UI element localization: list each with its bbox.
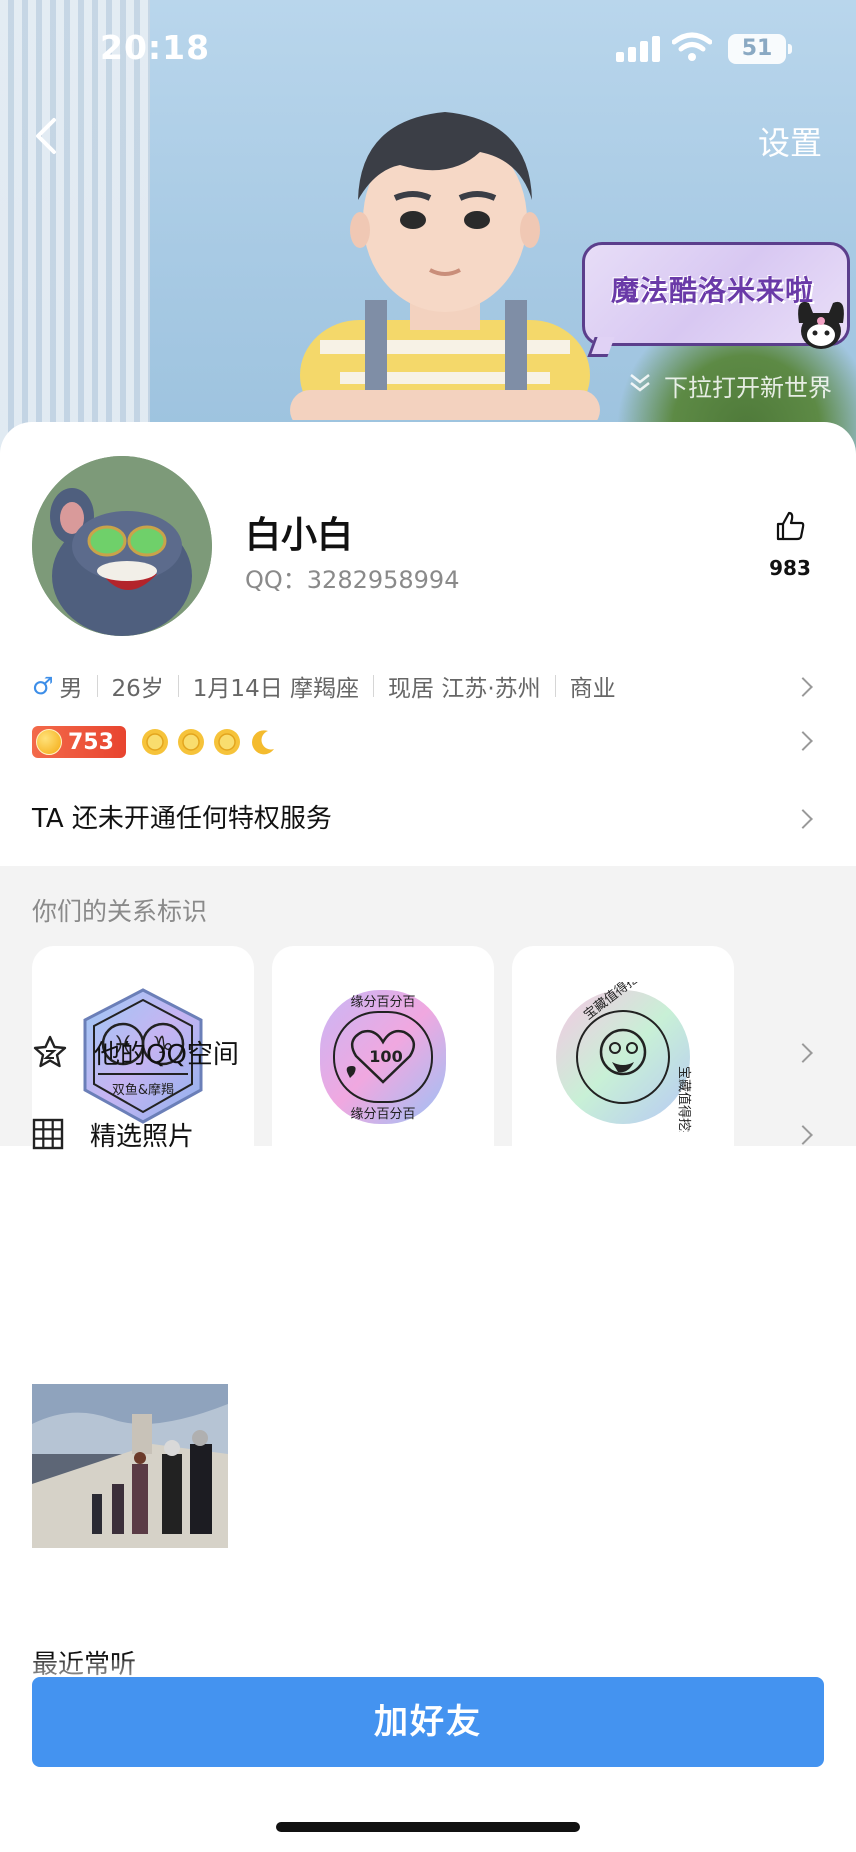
qzone-label: 他的QQ空间: [94, 1039, 239, 1070]
qzone-star-icon: [33, 1035, 67, 1068]
divider: [96, 675, 98, 697]
pull-down-hint[interactable]: 下拉打开新世界: [664, 368, 832, 403]
sun-icon: [213, 729, 240, 755]
industry: 商业: [569, 676, 616, 702]
featured-photo[interactable]: [32, 1384, 228, 1548]
location: 现居 江苏·苏州: [388, 676, 541, 702]
featured-photos-entry[interactable]: 精选照片: [32, 1104, 824, 1164]
cover-speech-bubble[interactable]: 魔法酷洛米来啦: [582, 242, 850, 357]
privilege-status[interactable]: TA 还未开通任何特权服务: [32, 798, 332, 835]
status-bar: 20:18 51: [0, 0, 856, 100]
qq-number: QQ：3282958994: [245, 566, 460, 594]
nickname: 白小白: [245, 515, 354, 556]
male-icon: ♂: [32, 672, 54, 700]
relation-title: 你们的关系标识: [32, 897, 208, 926]
badge-top-text: 缘分百分百: [350, 995, 415, 1010]
avatar-3d-character: [290, 112, 600, 420]
divider: [373, 675, 375, 697]
age: 26岁: [111, 676, 164, 702]
level-row[interactable]: 753: [32, 720, 278, 764]
chevron-right-icon: [793, 809, 813, 829]
divider: [177, 675, 179, 697]
avatar[interactable]: [32, 456, 212, 636]
moon-icon: [251, 730, 274, 755]
qzone-entry[interactable]: 他的QQ空间: [32, 1022, 824, 1082]
basic-info-row[interactable]: ♂ 男 26岁 1月14日 摩羯座 现居 江苏·苏州 商业: [32, 666, 824, 706]
like-count: 983: [769, 556, 811, 580]
chevron-right-icon: [793, 731, 813, 751]
birthday: 1月14日 摩羯座: [192, 676, 360, 702]
battery-indicator: 51: [728, 34, 792, 64]
gender: 男: [59, 676, 83, 702]
divider: [554, 675, 556, 697]
sun-icon: [141, 729, 168, 755]
profile-cover[interactable]: 20:18 51 设置 魔法酷洛米来啦 下拉打开新世界: [0, 0, 856, 460]
status-time: 20:18: [100, 28, 211, 67]
profile-card: 白小白 QQ：3282958994 983 ♂ 男 26岁 1月14日 摩羯座 …: [0, 422, 856, 1852]
add-friend-button[interactable]: 加好友: [32, 1677, 824, 1767]
coin-icon: [36, 729, 62, 755]
level-value: 753: [68, 729, 114, 755]
bubble-text: 魔法酷洛米来啦: [611, 274, 815, 307]
sun-icon: [177, 729, 204, 755]
home-indicator[interactable]: [276, 1822, 580, 1832]
bubble-tail: [587, 337, 615, 357]
thumbs-up-icon[interactable]: [774, 510, 806, 542]
photos-label: 精选照片: [90, 1121, 195, 1152]
grid-icon: [32, 1118, 64, 1150]
settings-button[interactable]: 设置: [758, 118, 822, 164]
zodiac-badge-text: 双鱼&摩羯: [112, 1082, 174, 1098]
kuromi-icon: [798, 301, 844, 349]
chevron-double-down-icon: [630, 374, 650, 392]
back-button[interactable]: [28, 112, 68, 160]
wifi-icon: [672, 32, 712, 61]
level-badge: 753: [32, 726, 126, 758]
cellular-signal-icon: [616, 36, 660, 62]
